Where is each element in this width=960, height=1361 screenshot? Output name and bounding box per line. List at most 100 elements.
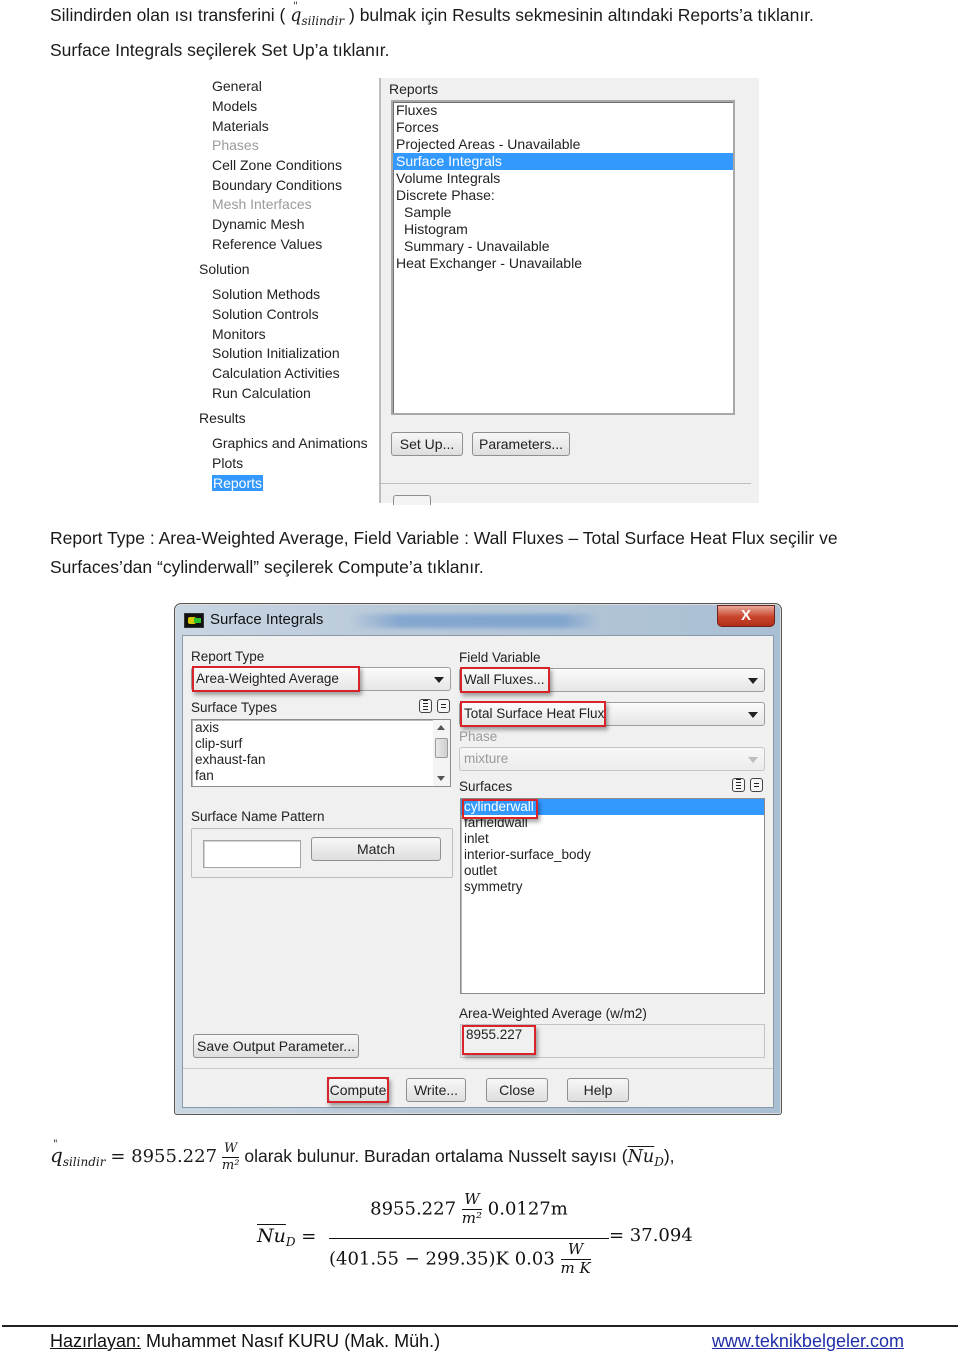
deselect-all-icon[interactable] [750, 778, 763, 792]
nusselt-symbol: NuD [627, 1147, 664, 1169]
intro-line-1: Silindirden olan ısı transferini ( " qsil… [50, 1, 814, 36]
surfaces-label: Surfaces [459, 779, 513, 794]
reports-list-item[interactable]: Forces [393, 119, 733, 136]
nav-item-monitors[interactable]: Monitors [212, 326, 266, 342]
nav-item-general[interactable]: General [212, 78, 262, 94]
surface-type-item[interactable]: exhaust-fan [192, 752, 432, 768]
nav-item-materials[interactable]: Materials [212, 118, 269, 134]
equation-lhs: NuD = [257, 1225, 317, 1249]
result-value-field: 8955.227 [460, 1024, 765, 1058]
nav-item-reports[interactable]: Reports [212, 475, 264, 491]
surface-item[interactable]: farfieldwall [461, 815, 764, 831]
chevron-down-icon [748, 757, 758, 763]
fraction-bar [329, 1238, 609, 1239]
reports-list-item[interactable]: Volume Integrals [393, 170, 733, 187]
reports-list-item[interactable]: Surface Integrals [393, 153, 733, 170]
nav-item-solution-controls[interactable]: Solution Controls [212, 306, 319, 322]
surfaces-list[interactable]: cylinderwall farfieldwall inlet interior-su… [460, 798, 765, 994]
fluent-navigation-screenshot: General Models Materials Phases Cell Zone Co… [194, 78, 759, 505]
surface-type-item[interactable]: axis [192, 720, 432, 736]
reports-label: Reports [389, 81, 439, 97]
instruction-line-2: Surfaces’dan “cylinderwall” seçilerek Co… [50, 557, 484, 577]
nav-item-boundary-conditions[interactable]: Boundary Conditions [212, 177, 342, 193]
save-output-parameter-button[interactable]: Save Output Parameter... [193, 1034, 359, 1058]
reports-list[interactable]: Fluxes Forces Projected Areas - Unavailabl… [391, 100, 735, 415]
chevron-down-icon [748, 712, 758, 718]
phase-dropdown[interactable]: mixture [459, 747, 765, 771]
q-value: = 8955.227 [110, 1146, 218, 1167]
reports-list-item[interactable]: Summary - Unavailable [393, 238, 733, 255]
website-link[interactable]: www.teknikbelgeler.com [712, 1331, 904, 1352]
surface-item[interactable]: inlet [461, 831, 764, 847]
scroll-thumb[interactable] [435, 738, 448, 758]
unit-fraction: Wm² [221, 1141, 240, 1173]
surface-types-list[interactable]: axis clip-surf exhaust-fan fan [191, 719, 451, 787]
nav-item-models[interactable]: Models [212, 98, 257, 114]
write-button[interactable]: Write... [406, 1078, 466, 1102]
divider [183, 1068, 773, 1069]
reports-list-item[interactable]: Discrete Phase: [393, 187, 733, 204]
field-variable-dropdown[interactable]: Wall Fluxes... [459, 668, 765, 692]
surface-type-item[interactable]: clip-surf [192, 736, 432, 752]
nusselt-equation: NuD = 8955.227 Wm² 0.0127m (401.55 − 299… [257, 1190, 717, 1287]
compute-button[interactable]: Compute [328, 1078, 388, 1102]
nav-item-reference-values[interactable]: Reference Values [212, 236, 322, 252]
select-all-icon[interactable] [732, 778, 745, 792]
result-value: 8955.227 [466, 1027, 523, 1042]
report-type-dropdown[interactable]: Area-Weighted Average [191, 667, 451, 691]
q-silindir-symbol: " qsilindir [50, 1139, 106, 1169]
blurred-title-area [350, 614, 600, 628]
scroll-up-icon[interactable] [437, 725, 445, 730]
scrollbar[interactable] [433, 720, 450, 786]
surface-item[interactable]: symmetry [461, 879, 764, 895]
surface-types-label: Surface Types [191, 700, 278, 715]
chevron-down-icon [748, 678, 758, 684]
footer-rule [2, 1325, 958, 1327]
equation-numerator: 8955.227 Wm² 0.0127m [370, 1190, 568, 1227]
reports-list-item[interactable]: Sample [393, 204, 733, 221]
nav-item-calculation-activities[interactable]: Calculation Activities [212, 365, 340, 381]
nav-item-graphics-and-animations[interactable]: Graphics and Animations [212, 435, 368, 451]
nav-item-run-calculation[interactable]: Run Calculation [212, 385, 311, 401]
nav-item-plots[interactable]: Plots [212, 455, 243, 471]
field-variable-label: Field Variable [459, 650, 541, 665]
nav-item-solution-initialization[interactable]: Solution Initialization [212, 345, 340, 361]
select-all-icon[interactable] [419, 699, 432, 713]
instruction-paragraph: Report Type : Area-Weighted Average, Fie… [50, 524, 838, 582]
equation-denominator: (401.55 − 299.35)K 0.03 Wm K [329, 1240, 591, 1277]
scroll-down-icon[interactable] [437, 776, 445, 781]
deselect-all-icon[interactable] [437, 699, 450, 713]
setup-button[interactable]: Set Up... [391, 432, 463, 456]
dialog-title: Surface Integrals [210, 611, 324, 628]
surface-type-item[interactable]: fan [192, 768, 432, 784]
parameters-button[interactable]: Parameters... [472, 432, 570, 456]
nav-item-solution[interactable]: Solution [199, 261, 250, 277]
reports-list-item[interactable]: Heat Exchanger - Unavailable [393, 255, 733, 272]
field-variable-sub-dropdown[interactable]: Total Surface Heat Flux [459, 702, 765, 726]
nav-item-cell-zone-conditions[interactable]: Cell Zone Conditions [212, 157, 342, 173]
surface-item[interactable]: outlet [461, 863, 764, 879]
dialog-titlebar[interactable]: Surface Integrals X [175, 604, 781, 636]
author-name: Muhammet Nasıf KURU (Mak. Müh.) [141, 1331, 441, 1351]
nav-item-solution-methods[interactable]: Solution Methods [212, 286, 320, 302]
result-sentence: " qsilindir = 8955.227 Wm² olarak bulunur… [50, 1138, 675, 1179]
match-button[interactable]: Match [311, 837, 441, 861]
nav-item-phases[interactable]: Phases [212, 137, 259, 153]
help-button[interactable]: Help [567, 1078, 629, 1102]
surface-integrals-dialog: Surface Integrals X Report Type Area-Wei… [174, 603, 782, 1115]
close-icon: X [740, 607, 751, 624]
partial-button[interactable] [393, 495, 431, 505]
result-label: Area-Weighted Average (w/m2) [459, 1006, 647, 1021]
equation-result: = 37.094 [609, 1225, 693, 1246]
nav-item-results[interactable]: Results [199, 410, 246, 426]
surface-item[interactable]: cylinderwall [461, 799, 764, 815]
surface-name-pattern-input[interactable] [203, 840, 301, 868]
nav-item-dynamic-mesh[interactable]: Dynamic Mesh [212, 216, 305, 232]
window-close-button[interactable]: X [717, 605, 775, 627]
close-button[interactable]: Close [486, 1078, 548, 1102]
nav-item-mesh-interfaces[interactable]: Mesh Interfaces [212, 196, 312, 212]
reports-list-item[interactable]: Histogram [393, 221, 733, 238]
surface-item[interactable]: interior-surface_body [461, 847, 764, 863]
reports-list-item[interactable]: Fluxes [393, 102, 733, 119]
reports-list-item[interactable]: Projected Areas - Unavailable [393, 136, 733, 153]
